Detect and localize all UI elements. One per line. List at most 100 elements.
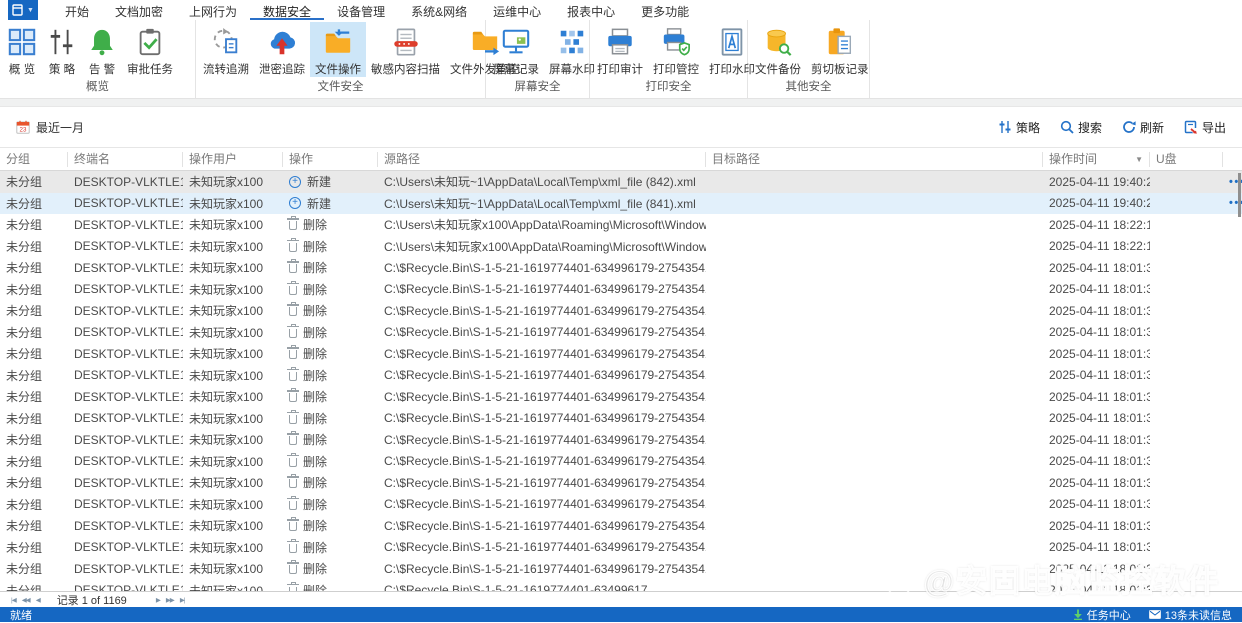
chevron-down-icon[interactable]: ▼ <box>1135 152 1143 167</box>
cell-user: 未知玩家x100 <box>189 583 264 591</box>
table-row[interactable]: 未分组 DESKTOP-VLKTLE1 未知玩家x100 删除 C:\$Recy… <box>0 429 1242 451</box>
cell-time: 2025-04-11 18:01:38 <box>1049 475 1150 490</box>
app-menu-button[interactable]: ▼ <box>8 0 38 20</box>
ribbon-item-leak-trace[interactable]: 泄密追踪 <box>254 22 310 77</box>
cell-source-path: C:\$Recycle.Bin\S-1-5-21-1619774401-6349… <box>384 454 706 469</box>
ribbon-item-print-control[interactable]: 打印管控 <box>648 22 704 77</box>
search-button[interactable]: 搜索 <box>1060 119 1102 136</box>
ribbon-item-file-operations[interactable]: 文件操作 <box>310 22 366 77</box>
table-row[interactable]: 未分组 DESKTOP-VLKTLE1 未知玩家x100 删除 C:\$Recy… <box>0 579 1242 591</box>
task-center-button[interactable]: 任务中心 <box>1073 607 1131 623</box>
column-header-source-path[interactable]: 源路径 <box>378 151 706 167</box>
table-row[interactable]: 未分组 DESKTOP-VLKTLE1 未知玩家x100 删除 C:\$Recy… <box>0 300 1242 322</box>
cell-operation: 删除 <box>283 581 378 591</box>
column-header-usb[interactable]: U盘 <box>1150 151 1223 167</box>
ribbon-item-policy[interactable]: 策 略 <box>42 22 82 77</box>
ribbon-item-clipboard-record[interactable]: 剪切板记录 <box>806 22 874 77</box>
menu-bar: ▼ 开始 文档加密 上网行为 数据安全 设备管理 系统&网络 运维中心 报表中心… <box>0 0 1242 20</box>
table-row[interactable]: 未分组 DESKTOP-VLKTLE1 未知玩家x100 删除 C:\$Recy… <box>0 558 1242 580</box>
table-row[interactable]: 未分组 DESKTOP-VLKTLE1 未知玩家x100 删除 C:\$Recy… <box>0 321 1242 343</box>
cell-group: 未分组 <box>6 411 43 426</box>
table-row[interactable]: 未分组 DESKTOP-VLKTLE1 未知玩家x100 删除 C:\$Recy… <box>0 278 1242 300</box>
unread-messages-button[interactable]: 13条未读信息 <box>1148 607 1232 623</box>
mosaic-icon <box>557 25 587 59</box>
cell-time: 2025-04-11 18:01:38 <box>1049 432 1150 447</box>
tab-ops-center[interactable]: 运维中心 <box>480 0 554 20</box>
ribbon-item-overview[interactable]: 概 览 <box>2 22 42 77</box>
refresh-button[interactable]: 刷新 <box>1122 119 1164 136</box>
next-page-button[interactable]: ▶ <box>153 596 163 604</box>
last-page-button[interactable]: ▶| <box>177 596 188 604</box>
ribbon-item-content-scan[interactable]: 敏感内容扫描 <box>366 22 445 77</box>
column-header-target-path[interactable]: 目标路径 <box>706 151 1043 167</box>
filter-toolbar: 23 最近一月 策略 搜索 刷新 导出 <box>0 107 1242 147</box>
operation-label: 删除 <box>303 562 328 577</box>
cell-terminal: DESKTOP-VLKTLE1 <box>74 303 183 318</box>
tab-more-features[interactable]: 更多功能 <box>628 0 702 20</box>
ribbon-item-approval[interactable]: 审批任务 <box>122 22 178 77</box>
column-header-group[interactable]: 分组 <box>0 151 68 167</box>
vertical-scrollbar-thumb[interactable] <box>1238 173 1241 217</box>
tab-web-behavior[interactable]: 上网行为 <box>176 0 250 20</box>
cell-group: 未分组 <box>6 562 43 577</box>
window-icon <box>12 4 23 16</box>
table-row[interactable]: 未分组 DESKTOP-VLKTLE1 未知玩家x100 删除 C:\$Recy… <box>0 257 1242 279</box>
operation-label: 删除 <box>303 282 328 297</box>
create-plus-icon <box>289 197 301 210</box>
table-row[interactable]: 未分组 DESKTOP-VLKTLE1 未知玩家x100 删除 C:\$Recy… <box>0 493 1242 515</box>
ribbon-item-file-backup[interactable]: 文件备份 <box>750 22 806 77</box>
operation-label: 删除 <box>303 390 328 405</box>
ribbon-separator <box>0 98 1242 107</box>
ribbon-item-screen-record[interactable]: 屏幕记录 <box>488 22 544 77</box>
cell-time: 2025-04-11 18:01:38 <box>1049 389 1150 404</box>
fast-prev-button[interactable]: ◀◀ <box>19 596 33 604</box>
cell-terminal: DESKTOP-VLKTLE1 <box>74 518 183 533</box>
clipboard-doc-icon <box>825 25 855 59</box>
export-button[interactable]: 导出 <box>1184 119 1226 136</box>
ribbon-item-print-audit[interactable]: 打印审计 <box>592 22 648 77</box>
tab-data-security[interactable]: 数据安全 <box>250 0 325 20</box>
policy-button[interactable]: 策略 <box>998 119 1040 136</box>
envelope-icon <box>1148 610 1161 619</box>
cell-group: 未分组 <box>6 476 43 491</box>
table-row[interactable]: 未分组 DESKTOP-VLKTLE1 未知玩家x100 删除 C:\$Recy… <box>0 450 1242 472</box>
ribbon-item-alert[interactable]: 告 警 <box>82 22 122 77</box>
table-row[interactable]: 未分组 DESKTOP-VLKTLE1 未知玩家x100 删除 C:\$Recy… <box>0 536 1242 558</box>
folder-return-icon <box>323 25 353 59</box>
column-header-operation[interactable]: 操作 <box>283 151 378 167</box>
tab-start[interactable]: 开始 <box>52 0 102 20</box>
column-header-time[interactable]: 操作时间 ▼ <box>1043 151 1150 167</box>
cell-terminal: DESKTOP-VLKTLE1 <box>74 282 183 297</box>
table-row[interactable]: 未分组 DESKTOP-VLKTLE1 未知玩家x100 删除 C:\$Recy… <box>0 364 1242 386</box>
first-page-button[interactable]: |◀ <box>8 596 19 604</box>
table-header: 分组 终端名 操作用户 操作 源路径 目标路径 操作时间 ▼ U盘 <box>0 147 1242 171</box>
table-row[interactable]: 未分组 DESKTOP-VLKTLE1 未知玩家x100 新建 C:\Users… <box>0 171 1242 193</box>
prev-page-button[interactable]: ◀ <box>33 596 43 604</box>
printer-icon <box>605 25 635 59</box>
cell-source-path: C:\$Recycle.Bin\S-1-5-21-1619774401-6349… <box>384 368 706 383</box>
table-row[interactable]: 未分组 DESKTOP-VLKTLE1 未知玩家x100 删除 C:\$Recy… <box>0 472 1242 494</box>
column-header-terminal[interactable]: 终端名 <box>68 151 183 167</box>
ribbon-item-flow-trace[interactable]: 流转追溯 <box>198 22 254 77</box>
cell-group: 未分组 <box>6 239 43 254</box>
cell-source-path: C:\$Recycle.Bin\S-1-5-21-1619774401-6349… <box>384 346 706 361</box>
fast-next-button[interactable]: ▶▶ <box>163 596 177 604</box>
table-row[interactable]: 未分组 DESKTOP-VLKTLE1 未知玩家x100 删除 C:\$Recy… <box>0 386 1242 408</box>
tab-report-center[interactable]: 报表中心 <box>554 0 628 20</box>
table-row[interactable]: 未分组 DESKTOP-VLKTLE1 未知玩家x100 删除 C:\$Recy… <box>0 407 1242 429</box>
tab-system-network[interactable]: 系统&网络 <box>398 0 480 20</box>
table-row[interactable]: 未分组 DESKTOP-VLKTLE1 未知玩家x100 删除 C:\$Recy… <box>0 515 1242 537</box>
table-row[interactable]: 未分组 DESKTOP-VLKTLE1 未知玩家x100 删除 C:\Users… <box>0 235 1242 257</box>
cell-source-path: C:\$Recycle.Bin\S-1-5-21-1619774401-6349… <box>384 475 706 490</box>
status-ready-label: 就绪 <box>10 609 32 622</box>
tab-device-mgmt[interactable]: 设备管理 <box>324 0 398 20</box>
ribbon-group-label: 打印安全 <box>645 81 692 93</box>
trash-icon <box>287 431 299 446</box>
table-row[interactable]: 未分组 DESKTOP-VLKTLE1 未知玩家x100 删除 C:\$Recy… <box>0 343 1242 365</box>
table-row[interactable]: 未分组 DESKTOP-VLKTLE1 未知玩家x100 删除 C:\Users… <box>0 214 1242 236</box>
date-range-filter[interactable]: 23 最近一月 <box>16 119 84 136</box>
table-row[interactable]: 未分组 DESKTOP-VLKTLE1 未知玩家x100 新建 C:\Users… <box>0 192 1242 214</box>
operation-label: 删除 <box>303 583 328 591</box>
column-header-user[interactable]: 操作用户 <box>183 151 283 167</box>
tab-doc-encrypt[interactable]: 文档加密 <box>102 0 176 20</box>
